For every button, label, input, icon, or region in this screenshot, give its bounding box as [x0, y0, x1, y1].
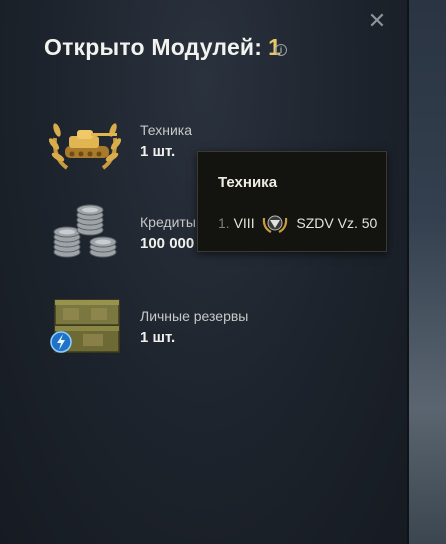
row-index: 1.: [218, 215, 230, 231]
reward-value: 100 000: [140, 235, 195, 252]
reward-name: Кредиты: [140, 214, 196, 230]
info-icon[interactable]: i: [275, 44, 287, 56]
reward-value: 1 шт.: [140, 329, 176, 346]
page-title: Открыто Модулей: 1: [44, 34, 281, 61]
reward-value: 1 шт.: [140, 143, 176, 160]
reward-name: Техника: [140, 122, 193, 138]
background-strip: [407, 0, 446, 544]
close-icon[interactable]: ✕: [366, 10, 388, 32]
reward-item-reserves[interactable]: Личные резервы 1 шт.: [45, 294, 385, 364]
tooltip-row: 1. VIII SZDV Vz. 50: [218, 212, 377, 234]
tank-laurel-icon: [48, 123, 122, 170]
title-label: Открыто Модулей:: [44, 34, 263, 60]
tooltip-title: Техника: [218, 174, 278, 191]
reserves-boxes-icon: [50, 299, 120, 353]
tier-emblem-icon: [263, 215, 288, 233]
panel-edge: [407, 0, 409, 544]
vehicle-tooltip: Техника 1. VIII SZDV Vz. 50: [197, 151, 387, 252]
reward-name: Личные резервы: [140, 308, 249, 324]
credits-coins-icon: [53, 204, 117, 258]
rewards-panel: ✕ Открыто Модулей: 1 i Техника 1 шт. Кре…: [0, 0, 407, 544]
row-tier: VIII: [233, 215, 255, 231]
row-vehicle: SZDV Vz. 50: [296, 215, 378, 231]
